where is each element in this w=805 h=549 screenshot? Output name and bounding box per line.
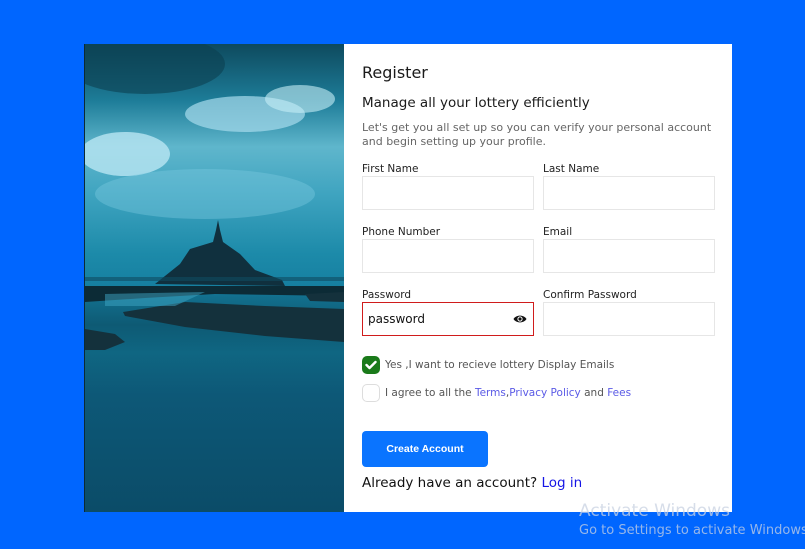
hero-image-graphic (85, 44, 344, 350)
page-subtitle: Manage all your lottery efficiently (362, 95, 590, 111)
windows-activation-watermark: Activate Windows Go to Settings to activ… (579, 500, 805, 540)
already-text: Already have an account? (362, 475, 542, 491)
first-name-field: First Name (362, 163, 534, 210)
first-name-input[interactable] (368, 178, 498, 208)
terms-checkbox-row: I agree to all the Terms , Privacy Polic… (362, 384, 631, 402)
email-input[interactable] (549, 241, 679, 271)
fees-link[interactable]: Fees (607, 387, 631, 399)
create-account-button[interactable]: Create Account (362, 431, 488, 467)
phone-label: Phone Number (362, 226, 441, 238)
login-prompt: Already have an account? Log in (362, 475, 582, 491)
last-name-field: Last Name (543, 163, 715, 210)
emails-checkbox-row: Yes ,I want to recieve lottery Display E… (362, 356, 614, 374)
terms-prefix: I agree to all the (385, 387, 475, 399)
last-name-input[interactable] (549, 178, 679, 208)
terms-link[interactable]: Terms (475, 387, 506, 399)
confirm-password-field: Confirm Password (543, 289, 715, 336)
page-title: Register (362, 63, 428, 82)
password-field: Password (362, 289, 534, 336)
confirm-password-label: Confirm Password (543, 289, 637, 301)
password-input[interactable] (368, 304, 498, 334)
emails-checkbox-label: Yes ,I want to recieve lottery Display E… (385, 359, 615, 371)
checkmark-icon (365, 360, 377, 370)
login-link[interactable]: Log in (541, 475, 582, 491)
email-field: Email (543, 226, 715, 273)
page-description: Let's get you all set up so you can veri… (362, 121, 712, 148)
email-label: Email (543, 226, 573, 238)
privacy-policy-link[interactable]: Privacy Policy (509, 387, 581, 399)
password-label: Password (362, 289, 412, 301)
emails-checkbox[interactable] (362, 356, 380, 374)
watermark-line1: Activate Windows (579, 501, 730, 521)
eye-icon[interactable] (513, 314, 527, 324)
register-form: Register Manage all your lottery efficie… (344, 44, 732, 512)
terms-checkbox[interactable] (362, 384, 380, 402)
watermark-line2: Go to Settings to activate Windows. (579, 523, 805, 538)
terms-and: and (580, 387, 608, 399)
hero-image (84, 44, 344, 512)
first-name-label: First Name (362, 163, 419, 175)
confirm-password-input[interactable] (549, 304, 679, 334)
phone-field: Phone Number (362, 226, 534, 273)
phone-input[interactable] (368, 241, 498, 271)
last-name-label: Last Name (543, 163, 600, 175)
register-card: Register Manage all your lottery efficie… (84, 44, 732, 512)
password-box (362, 302, 534, 336)
